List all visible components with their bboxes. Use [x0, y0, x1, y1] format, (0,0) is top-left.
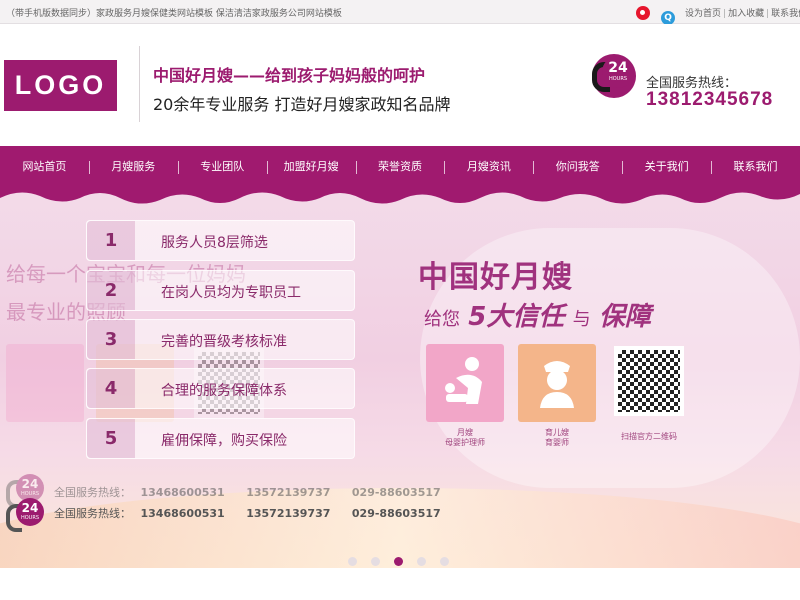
badge-text: HOURS: [608, 76, 627, 82]
tile-line2: 育婴师: [545, 438, 569, 447]
header: LOGO 中国好月嫂——给到孩子妈妈般的呵护 20余年专业服务 打造好月嫂家政知…: [0, 24, 800, 146]
tile-line1: 育儿嫂: [545, 428, 569, 437]
feature-label: 在岗人员均为专职员工: [161, 285, 301, 301]
24-hours-icon: 24 HOURS: [6, 498, 46, 538]
nurse-icon: [518, 344, 596, 422]
feature-number: 3: [87, 320, 135, 359]
top-bar: （带手机版数据同步）家政服务月嫂保健类网站模板 保洁清洁家政服务公司网站模板 Q…: [0, 0, 800, 25]
badge-number: 24: [608, 60, 628, 76]
subtitle-highlight: 5大信任: [468, 302, 565, 332]
slide-dots: [348, 551, 463, 566]
hotline-number: 13812345678: [646, 89, 774, 110]
nav-divider: [88, 161, 90, 174]
top-links: 设为首页|加入收藏|联系我们: [685, 6, 800, 19]
hotline-row-number: 13468600531: [140, 486, 225, 499]
slogan-subtitle: 20余年专业服务 打造好月嫂家政知名品牌: [153, 95, 451, 114]
nav-item[interactable]: 荣誉资质: [356, 146, 445, 188]
nav-item[interactable]: 月嫂资讯: [444, 146, 533, 188]
tile-label: 月嫂 母婴护理师: [420, 428, 510, 448]
qq-icon[interactable]: Q: [661, 11, 676, 25]
qr-code[interactable]: [614, 346, 684, 416]
nav-divider: [266, 161, 268, 174]
slogan-title: 中国好月嫂——给到孩子妈妈般的呵护: [153, 66, 426, 85]
link-divider: |: [766, 9, 770, 19]
nav-divider: [177, 161, 179, 174]
hotline-row-label: 全国服务热线：: [54, 486, 131, 499]
feature-number: 4: [87, 369, 135, 408]
mother-baby-glyph: [445, 357, 482, 404]
feature-label: 雇佣保障，购买保险: [161, 433, 287, 449]
hotline-row-number: 029-88603517: [351, 486, 441, 499]
feature-label: 完善的晋级考核标准: [161, 334, 287, 350]
mother-baby-icon: [426, 344, 504, 422]
badge-number: 24: [21, 501, 39, 515]
nav-divider: [533, 161, 535, 174]
hotline-row-number: 13572139737: [246, 486, 331, 499]
nav-item[interactable]: 加盟好月嫂: [267, 146, 356, 188]
hero-banner: 给每一个宝宝和每一位妈妈 最专业的照顾 1 服务人员8层筛选 2 在岗人员均为专…: [0, 188, 800, 568]
main-nav: 网站首页 月嫂服务 专业团队 加盟好月嫂 荣誉资质 月嫂资讯 你问我答 关于我们 联系我们: [0, 146, 800, 188]
feature-item: 5 雇佣保障，购买保险: [86, 418, 355, 459]
subtitle-prefix: 给您: [424, 309, 460, 330]
tile-line2: 母婴护理师: [445, 438, 485, 447]
nav-item[interactable]: 关于我们: [622, 146, 711, 188]
nav-item[interactable]: 网站首页: [0, 146, 89, 188]
feature-label: 服务人员8层筛选: [161, 235, 268, 251]
page: （带手机版数据同步）家政服务月嫂保健类网站模板 保洁清洁家政服务公司网站模板 Q…: [0, 0, 800, 600]
slide-dot[interactable]: [440, 557, 449, 566]
nav-item[interactable]: 专业团队: [178, 146, 267, 188]
social-icons: Q: [636, 5, 681, 25]
tile-line1: 月嫂: [457, 428, 473, 437]
header-divider: [139, 46, 140, 122]
nav-wave: [0, 186, 800, 204]
badge-text: HOURS: [20, 515, 39, 521]
hotline-row-number: 029-88603517: [351, 507, 441, 520]
set-homepage-link[interactable]: 设为首页: [685, 9, 721, 19]
ghost-hotline-row: 全国服务热线： 13468600531 13572139737 029-8860…: [54, 484, 441, 500]
feature-item: 3 完善的晋级考核标准: [86, 319, 355, 360]
24-hours-icon: 24 HOURS: [592, 54, 636, 98]
subtitle-end: 保障: [598, 302, 651, 332]
feature-item: 1 服务人员8层筛选: [86, 220, 355, 261]
banner-hotline-row: 全国服务热线： 13468600531 13572139737 029-8860…: [54, 505, 441, 521]
slide-dot[interactable]: [348, 557, 357, 566]
weibo-icon[interactable]: [636, 6, 650, 20]
ghost-mother-baby-tile: [6, 344, 84, 422]
hours-circle: 24 HOURS: [16, 498, 44, 526]
slide-dot[interactable]: [417, 557, 426, 566]
nav-divider: [622, 161, 624, 174]
site-description: （带手机版数据同步）家政服务月嫂保健类网站模板 保洁清洁家政服务公司网站模板: [6, 9, 342, 19]
slide-dot[interactable]: [394, 557, 403, 566]
nav-divider: [444, 161, 446, 174]
feature-number: 2: [87, 271, 135, 310]
nav-item[interactable]: 你问我答: [533, 146, 622, 188]
nav-item[interactable]: 月嫂服务: [89, 146, 178, 188]
hours-circle: 24 HOURS: [602, 56, 634, 88]
feature-number: 5: [87, 419, 135, 458]
subtitle-conjunction: 与: [572, 309, 591, 330]
feature-item: 4 合理的服务保障体系: [86, 368, 355, 409]
feature-item: 2 在岗人员均为专职员工: [86, 270, 355, 311]
nav-divider: [355, 161, 357, 174]
banner-subtitle: 给您 5大信任 与 保障: [424, 296, 651, 333]
contact-us-link[interactable]: 联系我们: [771, 9, 800, 19]
qr-label: 扫描官方二维码: [621, 432, 677, 441]
nav-item[interactable]: 联系我们: [711, 146, 800, 188]
tile-label: 育儿嫂 育婴师: [512, 428, 602, 448]
feature-number: 1: [87, 221, 135, 260]
hotline-row-number: 13468600531: [140, 507, 225, 520]
link-divider: |: [723, 9, 727, 19]
feature-label: 合理的服务保障体系: [161, 383, 287, 399]
hotline-row-label: 全国服务热线：: [54, 507, 131, 520]
site-logo[interactable]: LOGO: [4, 60, 117, 111]
nurse-glyph: [540, 361, 574, 408]
banner-title: 中国好月嫂: [418, 260, 573, 295]
nav-divider: [711, 161, 713, 174]
slide-dot[interactable]: [371, 557, 380, 566]
add-favorite-link[interactable]: 加入收藏: [728, 9, 764, 19]
hotline-row-number: 13572139737: [246, 507, 331, 520]
